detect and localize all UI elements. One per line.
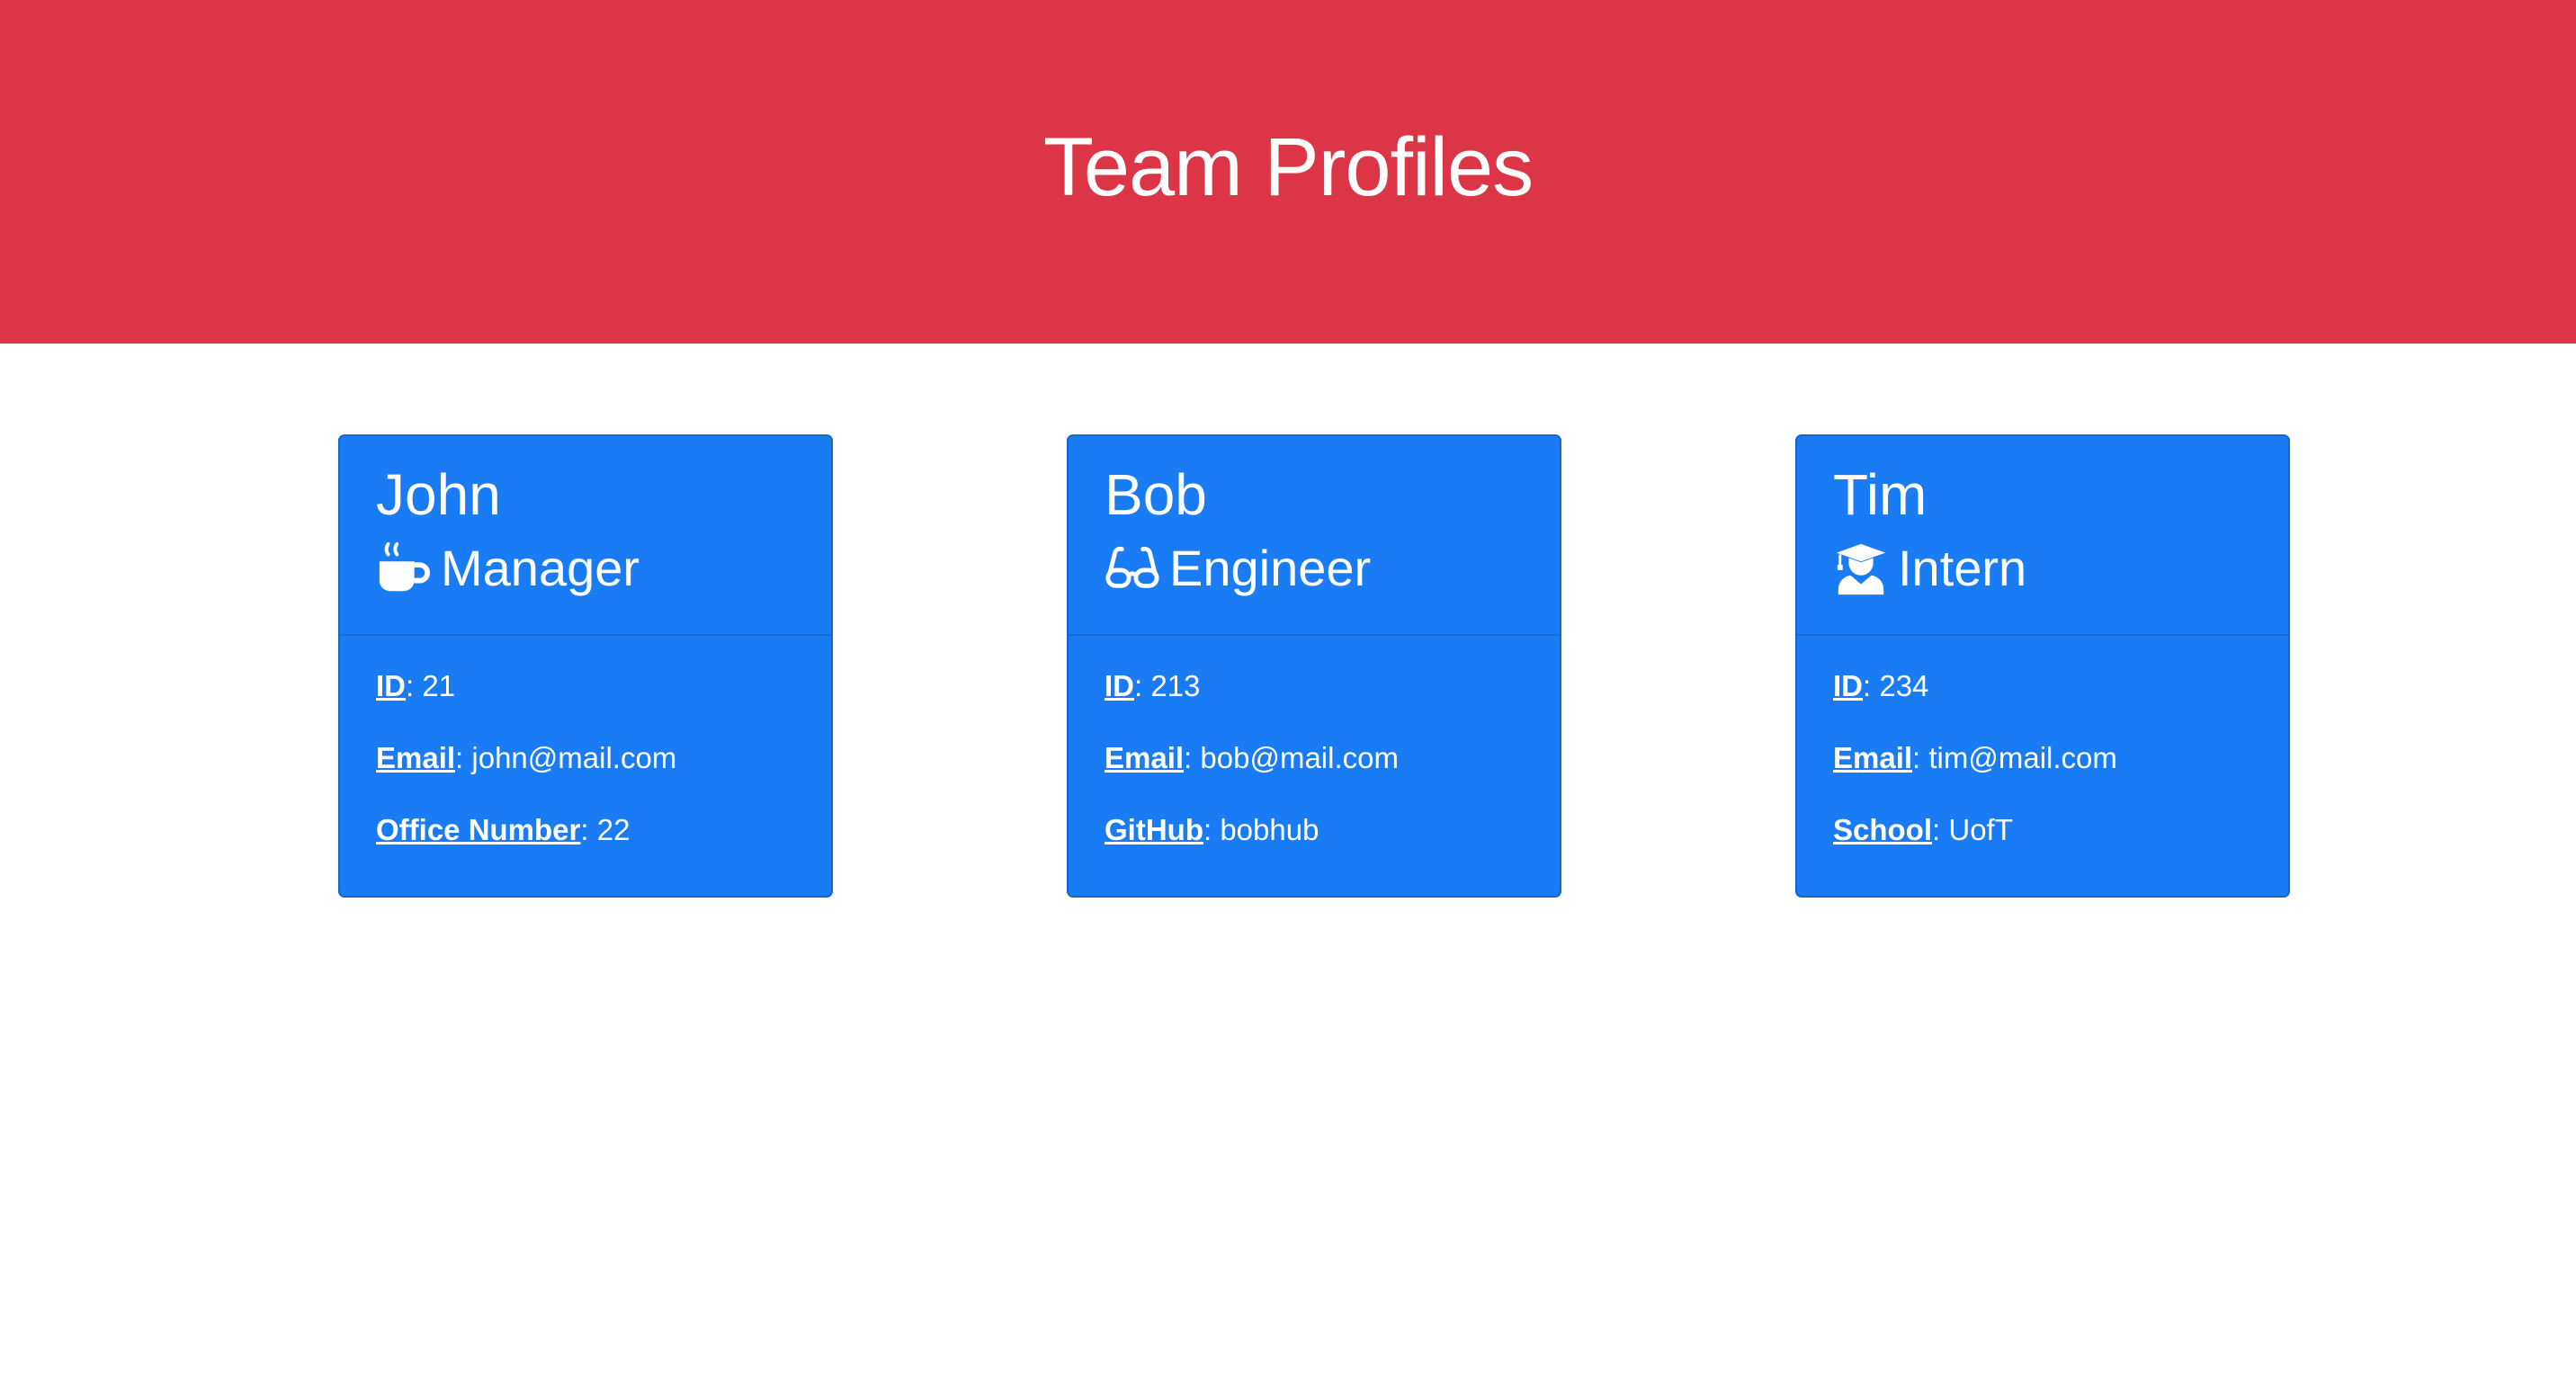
profile-card-engineer: Bob Engineer ID: 213 Email: bob@mail.com… xyxy=(1067,434,1561,898)
card-header: Bob Engineer xyxy=(1069,436,1560,636)
profile-card-intern: Tim Intern ID: 234 Email: tim@mail.com S… xyxy=(1795,434,2290,898)
profile-card-manager: John Manager ID: 21 Email: john@mail.com xyxy=(338,434,833,898)
employee-name: John xyxy=(376,462,501,527)
school-value: UofT xyxy=(1948,813,2013,846)
id-value: 213 xyxy=(1150,669,1201,702)
employee-name: Bob xyxy=(1105,462,1207,527)
email-label[interactable]: Email xyxy=(376,741,455,774)
id-label: ID xyxy=(1833,669,1863,702)
card-body: ID: 213 Email: bob@mail.com GitHub: bobh… xyxy=(1069,636,1560,848)
role-label: Engineer xyxy=(1169,540,1372,596)
id-value: 234 xyxy=(1879,669,1929,702)
office-number-value: 22 xyxy=(596,813,631,846)
page-title: Team Profiles xyxy=(1042,121,1534,213)
mug-hot-icon xyxy=(376,541,432,596)
id-row: ID: 21 xyxy=(376,669,456,702)
employee-name: Tim xyxy=(1833,462,1928,527)
email-value: john@mail.com xyxy=(471,741,677,774)
employee-role: Manager xyxy=(376,537,795,600)
id-label: ID xyxy=(1105,669,1134,702)
github-label[interactable]: GitHub xyxy=(1105,813,1203,846)
school-row: School: UofT xyxy=(1833,813,2013,846)
email-row: Email: bob@mail.com xyxy=(1105,741,1399,774)
card-header: John Manager xyxy=(340,436,831,636)
email-value: bob@mail.com xyxy=(1200,741,1399,774)
id-value: 21 xyxy=(422,669,456,702)
email-label[interactable]: Email xyxy=(1105,741,1184,774)
page-header: Team Profiles xyxy=(0,0,2576,344)
office-number-label: Office Number xyxy=(376,813,581,846)
employee-role: Intern xyxy=(1833,537,2252,600)
employee-role: Engineer xyxy=(1105,537,1524,600)
glasses-icon xyxy=(1105,541,1160,596)
email-label[interactable]: Email xyxy=(1833,741,1912,774)
id-row: ID: 213 xyxy=(1105,669,1201,702)
role-label: Manager xyxy=(441,540,640,596)
email-value: tim@mail.com xyxy=(1928,741,2117,774)
user-graduate-icon xyxy=(1833,541,1889,596)
card-header: Tim Intern xyxy=(1797,436,2288,636)
office-number-row: Office Number: 22 xyxy=(376,813,631,846)
email-row: Email: tim@mail.com xyxy=(1833,741,2117,774)
id-row: ID: 234 xyxy=(1833,669,1929,702)
id-label: ID xyxy=(376,669,406,702)
github-value: bobhub xyxy=(1220,813,1319,846)
card-body: ID: 234 Email: tim@mail.com School: UofT xyxy=(1797,636,2288,848)
role-label: Intern xyxy=(1898,540,2027,596)
school-label: School xyxy=(1833,813,1933,846)
github-row: GitHub: bobhub xyxy=(1105,813,1319,846)
card-body: ID: 21 Email: john@mail.com Office Numbe… xyxy=(340,636,831,848)
email-row: Email: john@mail.com xyxy=(376,741,677,774)
